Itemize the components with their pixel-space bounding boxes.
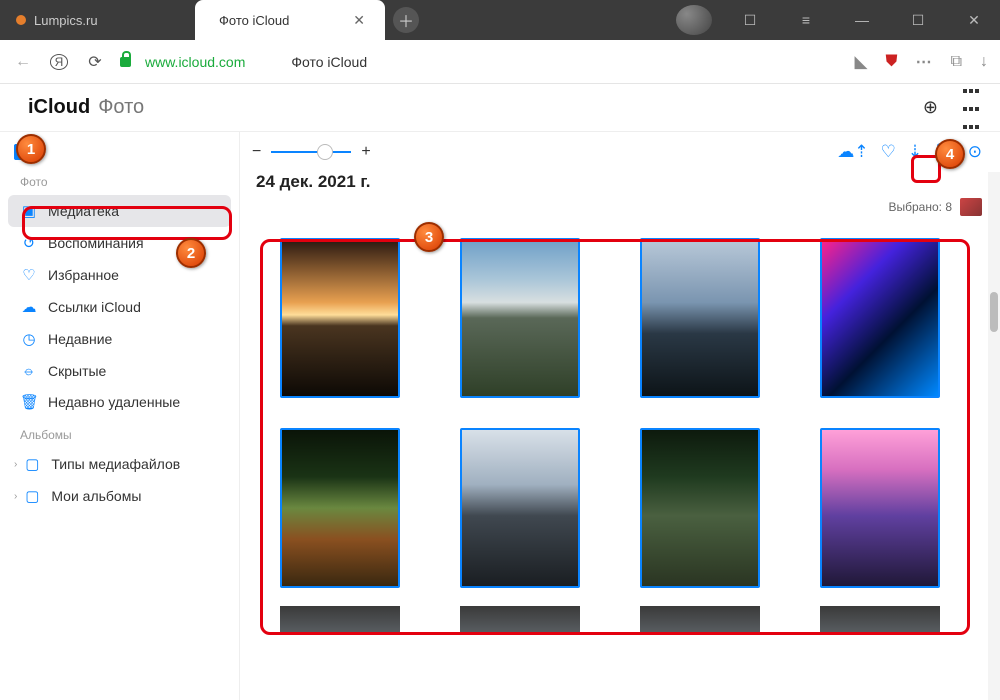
tab-title: Lumpics.ru [34,13,98,28]
selection-thumbnail [960,198,982,216]
page-title: Фото iCloud [291,54,367,70]
annotation-marker-1: 1 [16,134,46,164]
yandex-icon[interactable]: Я [48,53,70,71]
sidebar-item-recent[interactable]: ◷ Недавние [8,323,231,355]
profile-avatar[interactable] [676,5,712,35]
minimize-icon[interactable]: — [844,5,880,35]
sidebar-item-icloud-links[interactable]: ☁ Ссылки iCloud [8,291,231,323]
browser-tab-inactive[interactable]: Lumpics.ru [0,0,195,40]
sidebar-item-label: Воспоминания [48,235,144,251]
trash-icon: 🗑 [20,393,38,411]
bookmark-icon[interactable]: ◣ [854,52,867,72]
sidebar-item-label: Ссылки iCloud [48,299,141,315]
extension-icon[interactable]: ⧉ [951,53,962,71]
window-controls: ☐ ≡ — ☐ ✕ [676,5,1000,35]
chevron-right-icon: › [14,459,17,470]
photo-grid-partial [240,606,1000,644]
sidebar-item-label: Типы медиафайлов [51,456,180,472]
photo-thumbnail[interactable] [640,238,760,398]
main-layout: Фото ▣ Медиатека ↺ Воспоминания ♡ Избранное… [0,132,1000,700]
scrollbar[interactable] [988,172,1000,700]
cloud-icon: ☁ [20,298,38,316]
photo-thumbnail[interactable] [280,238,400,398]
selection-status: Выбрано: 8 [240,194,1000,220]
sidebar-section-photos: Фото [8,165,231,195]
sidebar-item-my-albums[interactable]: › ▢ Мои альбомы [8,480,231,512]
more-options-icon[interactable]: ⊙ [968,142,982,162]
date-heading: 24 дек. 2021 г. [240,172,1000,194]
photo-thumbnail[interactable] [820,428,940,588]
photo-thumbnail[interactable] [280,428,400,588]
sidebar-item-label: Скрытые [48,363,106,379]
maximize-icon[interactable]: ☐ [900,5,936,35]
close-window-icon[interactable]: ✕ [956,5,992,35]
photo-thumbnail[interactable] [820,238,940,398]
folder-icon: ▢ [23,487,41,505]
sidebar-item-label: Недавно удаленные [48,394,180,410]
download-icon[interactable]: ↓ [980,53,988,71]
sidebar-item-media-types[interactable]: › ▢ Типы медиафайлов [8,448,231,480]
photo-thumbnail[interactable] [820,606,940,634]
upload-icon[interactable]: ☁⇡ [837,142,868,162]
sidebar-item-label: Медиатека [48,203,119,219]
download-cloud-icon[interactable]: ⇣ [908,142,922,162]
shield-icon[interactable]: ⛊ [886,53,898,71]
sidebar-item-label: Недавние [48,331,112,347]
lock-icon [120,57,131,67]
page-url[interactable]: www.icloud.com [145,54,245,70]
sidebar-item-deleted[interactable]: 🗑 Недавно удаленные [8,386,231,418]
content-toolbar: − + ☁⇡ ♡ ⇣ 🗑 ⊙ [240,132,1000,172]
tab-title: Фото iCloud [219,13,289,28]
bookmark-menu-icon[interactable]: ☐ [732,5,768,35]
sidebar-section-albums: Альбомы [8,418,231,448]
photo-thumbnail[interactable] [640,606,760,634]
photo-grid [240,220,1000,606]
add-icon[interactable]: ⊕ [923,97,938,118]
icloud-app-name: Фото [98,96,144,119]
new-tab-button[interactable]: ＋ [393,7,419,33]
photo-thumbnail[interactable] [460,606,580,634]
browser-address-bar: ← Я ⟳ www.icloud.com Фото iCloud ◣ ⛊ ⋯ ⧉… [0,40,1000,84]
favorite-icon[interactable]: ♡ [881,142,896,162]
menu-icon[interactable]: ≡ [788,5,824,35]
annotation-marker-4: 4 [935,139,965,169]
zoom-out-icon[interactable]: − [252,143,261,161]
photo-thumbnail[interactable] [640,428,760,588]
eye-off-icon: ⦵ [20,362,38,379]
annotation-marker-2: 2 [176,238,206,268]
photo-thumbnail[interactable] [460,428,580,588]
slider-track[interactable] [271,151,351,153]
zoom-slider[interactable]: − + [252,143,371,161]
icloud-app-header: iCloud Фото ⊕ [0,84,1000,132]
browser-titlebar: Lumpics.ru Фото iCloud ✕ ＋ ☐ ≡ — ☐ ✕ [0,0,1000,40]
nav-back-icon[interactable]: ← [12,53,34,71]
chevron-right-icon: › [14,491,17,502]
content-area: − + ☁⇡ ♡ ⇣ 🗑 ⊙ 24 дек. 2021 г. Выбрано: … [240,132,1000,700]
browser-tab-active[interactable]: Фото iCloud ✕ [195,0,385,40]
folder-icon: ▢ [23,455,41,473]
reload-icon[interactable]: ⟳ [84,52,106,72]
photo-thumbnail[interactable] [460,238,580,398]
sidebar-item-library[interactable]: ▣ Медиатека [8,195,231,227]
sidebar-item-label: Мои альбомы [51,488,141,504]
icloud-brand: iCloud [28,96,90,119]
apps-grid-icon[interactable] [962,81,980,135]
more-icon[interactable]: ⋯ [916,52,933,72]
clock-icon: ◷ [20,330,38,348]
sidebar-item-label: Избранное [48,267,119,283]
zoom-in-icon[interactable]: + [361,143,370,161]
library-icon: ▣ [20,202,38,220]
scrollbar-thumb[interactable] [990,292,998,332]
selection-count: Выбрано: 8 [889,200,953,214]
tab-favicon-dot [16,15,26,25]
annotation-marker-3: 3 [414,222,444,252]
sidebar-item-hidden[interactable]: ⦵ Скрытые [8,355,231,386]
photo-thumbnail[interactable] [280,606,400,634]
close-icon[interactable]: ✕ [349,10,369,31]
sidebar: Фото ▣ Медиатека ↺ Воспоминания ♡ Избранное… [0,132,240,700]
memories-icon: ↺ [20,234,38,252]
heart-icon: ♡ [20,266,38,284]
